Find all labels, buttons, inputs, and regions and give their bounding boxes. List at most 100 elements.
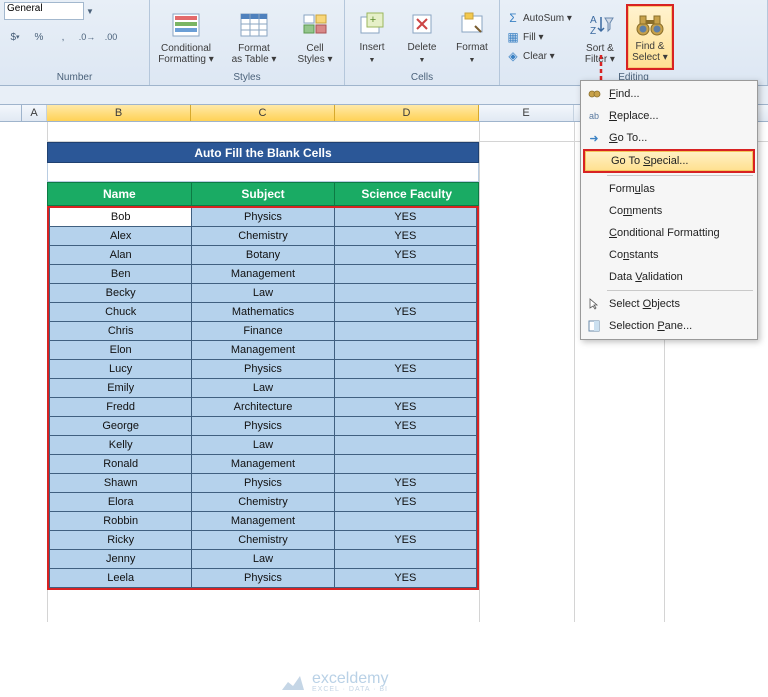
table-row[interactable]: ChrisFinance — [49, 322, 477, 341]
table-cell[interactable]: Shawn — [49, 474, 192, 493]
menu-constants[interactable]: Constants — [583, 244, 755, 266]
table-row[interactable]: EloraChemistryYES — [49, 493, 477, 512]
cell-styles-btn[interactable]: Cell Styles ▾ — [290, 4, 340, 70]
table-cell[interactable]: Architecture — [192, 398, 334, 417]
table-row[interactable]: BobPhysicsYES — [49, 208, 477, 227]
table-cell[interactable] — [335, 322, 477, 341]
clear-btn[interactable]: ◈Clear ▾ — [504, 47, 574, 65]
table-row[interactable]: RobbinManagement — [49, 512, 477, 531]
table-cell[interactable]: Botany — [192, 246, 334, 265]
menu-conditional-formatting[interactable]: Conditional Formatting — [583, 222, 755, 244]
table-row[interactable]: BenManagement — [49, 265, 477, 284]
table-cell[interactable]: Management — [192, 455, 334, 474]
table-row[interactable]: EmilyLaw — [49, 379, 477, 398]
table-cell[interactable] — [335, 436, 477, 455]
table-cell[interactable]: YES — [335, 569, 477, 588]
comma-btn[interactable]: , — [52, 26, 74, 48]
col-header-C[interactable]: C — [191, 105, 335, 121]
insert-btn[interactable]: + Insert▼ — [349, 4, 395, 70]
table-cell[interactable]: Law — [192, 284, 334, 303]
menu-selection-pane[interactable]: Selection Pane... — [583, 315, 755, 337]
table-row[interactable]: KellyLaw — [49, 436, 477, 455]
table-cell[interactable]: YES — [335, 360, 477, 379]
menu-comments[interactable]: Comments — [583, 200, 755, 222]
table-cell[interactable]: Elon — [49, 341, 192, 360]
table-cell[interactable]: YES — [335, 303, 477, 322]
menu-replace[interactable]: ab Replace... — [583, 105, 755, 127]
table-cell[interactable]: Law — [192, 379, 334, 398]
table-cell[interactable]: YES — [335, 246, 477, 265]
menu-goto[interactable]: ➜ Go To... — [583, 127, 755, 149]
select-all-corner[interactable] — [0, 105, 22, 121]
table-cell[interactable] — [335, 379, 477, 398]
find-select-btn[interactable]: Find & Select ▾ — [626, 4, 674, 70]
table-row[interactable]: ShawnPhysicsYES — [49, 474, 477, 493]
table-row[interactable]: RickyChemistryYES — [49, 531, 477, 550]
table-row[interactable]: GeorgePhysicsYES — [49, 417, 477, 436]
table-cell[interactable]: Jenny — [49, 550, 192, 569]
table-cell[interactable]: Robbin — [49, 512, 192, 531]
menu-select-objects[interactable]: Select Objects — [583, 293, 755, 315]
table-cell[interactable]: Management — [192, 341, 334, 360]
table-cell[interactable]: Law — [192, 550, 334, 569]
table-row[interactable]: JennyLaw — [49, 550, 477, 569]
table-cell[interactable]: Ronald — [49, 455, 192, 474]
col-header-B[interactable]: B — [47, 105, 191, 121]
table-cell[interactable]: Physics — [192, 360, 334, 379]
table-cell[interactable]: George — [49, 417, 192, 436]
table-row[interactable]: LeelaPhysicsYES — [49, 569, 477, 588]
table-cell[interactable]: YES — [335, 417, 477, 436]
table-cell[interactable]: Emily — [49, 379, 192, 398]
currency-btn[interactable]: $▾ — [4, 26, 26, 48]
table-cell[interactable]: Leela — [49, 569, 192, 588]
table-cell[interactable]: Mathematics — [192, 303, 334, 322]
table-cell[interactable] — [335, 265, 477, 284]
menu-find[interactable]: Find... — [583, 83, 755, 105]
table-cell[interactable]: Elora — [49, 493, 192, 512]
table-cell[interactable]: Ricky — [49, 531, 192, 550]
table-cell[interactable]: Law — [192, 436, 334, 455]
table-cell[interactable]: Chemistry — [192, 493, 334, 512]
table-row[interactable]: RonaldManagement — [49, 455, 477, 474]
table-cell[interactable] — [335, 512, 477, 531]
increase-decimal-btn[interactable]: .0→ — [76, 26, 98, 48]
table-cell[interactable]: YES — [335, 474, 477, 493]
table-cell[interactable] — [335, 550, 477, 569]
table-cell[interactable]: Physics — [192, 569, 334, 588]
table-cell[interactable]: YES — [335, 208, 477, 227]
table-cell[interactable]: Chris — [49, 322, 192, 341]
table-cell[interactable]: Becky — [49, 284, 192, 303]
table-cell[interactable]: Management — [192, 512, 334, 531]
table-row[interactable]: BeckyLaw — [49, 284, 477, 303]
table-row[interactable]: AlexChemistryYES — [49, 227, 477, 246]
table-row[interactable]: ElonManagement — [49, 341, 477, 360]
table-cell[interactable] — [335, 455, 477, 474]
table-cell[interactable]: YES — [335, 227, 477, 246]
autosum-btn[interactable]: ΣAutoSum ▾ — [504, 9, 574, 27]
format-as-table-btn[interactable]: Format as Table ▾ — [222, 4, 286, 70]
percent-btn[interactable]: % — [28, 26, 50, 48]
table-cell[interactable] — [335, 284, 477, 303]
conditional-formatting-btn[interactable]: Conditional Formatting ▾ — [154, 4, 218, 70]
table-cell[interactable]: Management — [192, 265, 334, 284]
table-row[interactable]: FreddArchitectureYES — [49, 398, 477, 417]
table-cell[interactable]: YES — [335, 531, 477, 550]
table-cell[interactable]: Bob — [49, 208, 192, 227]
table-cell[interactable]: Lucy — [49, 360, 192, 379]
table-cell[interactable]: Alan — [49, 246, 192, 265]
table-row[interactable]: ChuckMathematicsYES — [49, 303, 477, 322]
selection-range[interactable]: BobPhysicsYESAlexChemistryYESAlanBotanyY… — [47, 206, 479, 590]
table-cell[interactable]: Chuck — [49, 303, 192, 322]
col-header-D[interactable]: D — [335, 105, 479, 121]
table-cell[interactable]: Alex — [49, 227, 192, 246]
table-cell[interactable]: Chemistry — [192, 227, 334, 246]
table-cell[interactable]: Fredd — [49, 398, 192, 417]
menu-goto-special[interactable]: Go To Special... — [583, 149, 755, 173]
table-cell[interactable] — [335, 341, 477, 360]
table-cell[interactable]: Ben — [49, 265, 192, 284]
menu-formulas[interactable]: Formulas — [583, 178, 755, 200]
dropdown-icon[interactable]: ▼ — [86, 7, 94, 16]
col-header-E[interactable]: E — [479, 105, 574, 121]
table-cell[interactable]: YES — [335, 493, 477, 512]
table-row[interactable]: AlanBotanyYES — [49, 246, 477, 265]
